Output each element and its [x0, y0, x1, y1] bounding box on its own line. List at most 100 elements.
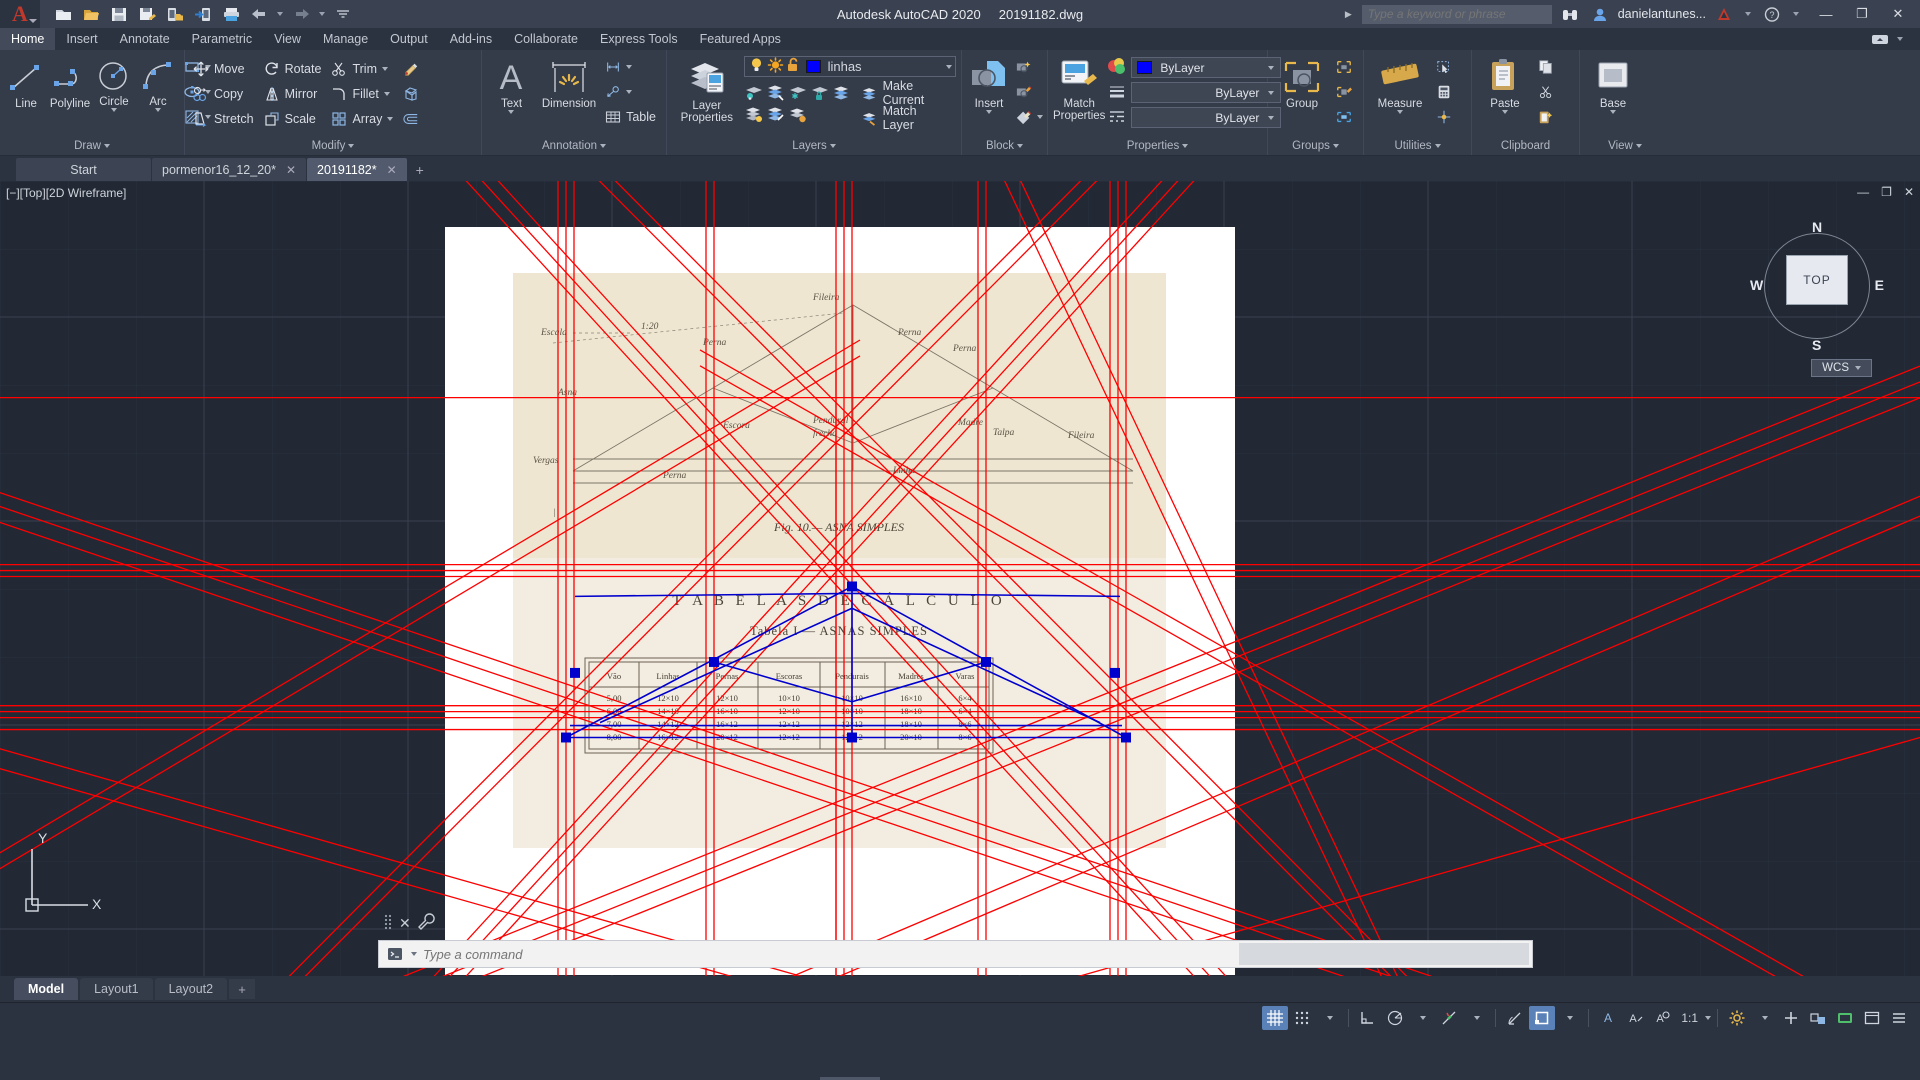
chevron-down-icon[interactable]: [1897, 37, 1903, 41]
compass-east-label[interactable]: E: [1875, 277, 1884, 293]
panel-title-utilities[interactable]: Utilities: [1364, 136, 1471, 155]
insert-block-button[interactable]: Insert: [967, 54, 1011, 114]
drawing-canvas[interactable]: [−][Top][2D Wireframe] — ❐ ✕ Escala 1:20…: [0, 181, 1920, 976]
new-layout-button[interactable]: +: [229, 979, 256, 999]
close-button[interactable]: ✕: [1880, 0, 1916, 28]
redo-button[interactable]: [288, 2, 314, 26]
paste-dropdown-icon[interactable]: [1502, 110, 1508, 114]
tab-annotate[interactable]: Annotate: [109, 28, 181, 50]
maximize-button[interactable]: ❐: [1844, 0, 1880, 28]
clean-screen-button[interactable]: [1859, 1006, 1885, 1030]
chevron-down-icon[interactable]: [29, 19, 37, 23]
autoscale-toggle[interactable]: A: [1622, 1006, 1648, 1030]
erase-button[interactable]: [400, 56, 424, 81]
point-style-button[interactable]: [1433, 104, 1457, 129]
array-button[interactable]: Array: [328, 106, 398, 131]
minimize-button[interactable]: —: [1808, 0, 1844, 28]
polar-tracking-toggle[interactable]: [1382, 1006, 1408, 1030]
ortho-mode-toggle[interactable]: [1355, 1006, 1381, 1030]
quick-calculator-button[interactable]: [1433, 79, 1457, 104]
view-cube[interactable]: TOP N S E W: [1750, 219, 1884, 353]
trim-dropdown-icon[interactable]: [381, 66, 388, 71]
layer-color-swatch[interactable]: [805, 60, 821, 73]
base-dropdown-icon[interactable]: [1610, 110, 1616, 114]
tab-addins[interactable]: Add-ins: [439, 28, 503, 50]
tab-home[interactable]: Home: [0, 28, 56, 50]
autodesk-app-icon[interactable]: [1712, 2, 1736, 26]
unlock-icon[interactable]: [786, 57, 801, 76]
chevron-down-icon[interactable]: [103, 143, 110, 148]
annotation-scale-button[interactable]: A: [1649, 1006, 1675, 1030]
chevron-down-icon[interactable]: [1635, 143, 1642, 148]
group-selection-toggle-button[interactable]: [1333, 104, 1357, 129]
workspace-dropdown[interactable]: [1751, 1006, 1777, 1030]
chevron-down-icon[interactable]: [1017, 143, 1024, 148]
tab-manage[interactable]: Manage: [312, 28, 379, 50]
chevron-down-icon[interactable]: [1855, 366, 1861, 370]
measure-dropdown-icon[interactable]: [1397, 110, 1403, 114]
viewport-minimize-button[interactable]: —: [1857, 185, 1869, 199]
new-file-button[interactable]: [50, 2, 76, 26]
plot-button[interactable]: [218, 2, 244, 26]
compass-north-label[interactable]: N: [1812, 219, 1822, 235]
sun-icon[interactable]: [767, 57, 784, 76]
layer-properties-button[interactable]: Layer Properties: [672, 54, 742, 124]
quick-select-button[interactable]: [1433, 54, 1457, 79]
mirror-button[interactable]: Mirror: [261, 81, 327, 106]
linear-dimension-button[interactable]: [602, 54, 661, 79]
tab-featured-apps[interactable]: Featured Apps: [689, 28, 792, 50]
circle-button[interactable]: Circle: [93, 54, 135, 112]
snap-mode-toggle[interactable]: [1289, 1006, 1315, 1030]
rotate-button[interactable]: Rotate: [261, 56, 327, 81]
undo-dropdown-icon[interactable]: [277, 12, 283, 16]
match-properties-button[interactable]: Match Properties: [1053, 54, 1105, 122]
chevron-down-icon[interactable]: [1434, 143, 1441, 148]
save-as-button[interactable]: [134, 2, 160, 26]
compass-west-label[interactable]: W: [1750, 277, 1763, 293]
undo-button[interactable]: [246, 2, 272, 26]
chevron-down-icon[interactable]: [1326, 1015, 1333, 1020]
command-prompt-icon[interactable]: [379, 946, 417, 963]
panel-title-properties[interactable]: Properties: [1048, 136, 1267, 155]
annotation-visibility-toggle[interactable]: A: [1595, 1006, 1621, 1030]
tab-output[interactable]: Output: [379, 28, 439, 50]
chevron-down-icon[interactable]: [1566, 1015, 1573, 1020]
workspace-switching-button[interactable]: [1724, 1006, 1750, 1030]
cut-clip-button[interactable]: [1535, 79, 1559, 104]
insert-dropdown-icon[interactable]: [986, 110, 992, 114]
create-block-button[interactable]: [1013, 54, 1048, 79]
group-edit-button[interactable]: [1333, 79, 1357, 104]
user-account-label[interactable]: danielantunes...: [1618, 7, 1706, 21]
ungroup-button[interactable]: [1333, 54, 1357, 79]
isolate-objects-button[interactable]: [1805, 1006, 1831, 1030]
object-snap-toggle[interactable]: [1436, 1006, 1462, 1030]
command-input[interactable]: [417, 946, 1239, 962]
layer-dropdown-icon[interactable]: [945, 64, 952, 69]
viewport-close-button[interactable]: ✕: [1904, 185, 1914, 199]
chevron-down-icon[interactable]: [600, 143, 606, 148]
isolate-layer-icon[interactable]: [744, 84, 763, 104]
chevron-down-icon[interactable]: [829, 143, 836, 148]
lightbulb-on-icon[interactable]: [748, 57, 765, 76]
save-file-button[interactable]: [106, 2, 132, 26]
customize-qat-button[interactable]: [330, 2, 356, 26]
view-cube-top-face[interactable]: TOP: [1786, 255, 1848, 305]
customization-menu-button[interactable]: [1886, 1006, 1912, 1030]
linear-dimension-dropdown-icon[interactable]: [626, 64, 633, 69]
snap-dropdown[interactable]: [1316, 1006, 1342, 1030]
wcs-selector-button[interactable]: WCS: [1811, 359, 1872, 377]
annotation-scale-value[interactable]: 1:1: [1676, 1011, 1703, 1025]
edit-block-button[interactable]: [1013, 79, 1048, 104]
command-line-grip-icon[interactable]: [384, 913, 392, 934]
edit-attribute-button[interactable]: [1013, 104, 1048, 129]
array-dropdown-icon[interactable]: [387, 116, 394, 121]
make-current-button[interactable]: Make Current: [859, 79, 956, 107]
tab-parametric[interactable]: Parametric: [181, 28, 263, 50]
chevron-down-icon[interactable]: [1182, 143, 1189, 148]
group-button[interactable]: Group: [1273, 54, 1331, 110]
search-binoculars-icon[interactable]: [1558, 2, 1582, 26]
polar-dropdown[interactable]: [1409, 1006, 1435, 1030]
open-from-web-button[interactable]: [190, 2, 216, 26]
search-input[interactable]: [1367, 7, 1546, 21]
paste-button[interactable]: Paste: [1477, 54, 1533, 114]
